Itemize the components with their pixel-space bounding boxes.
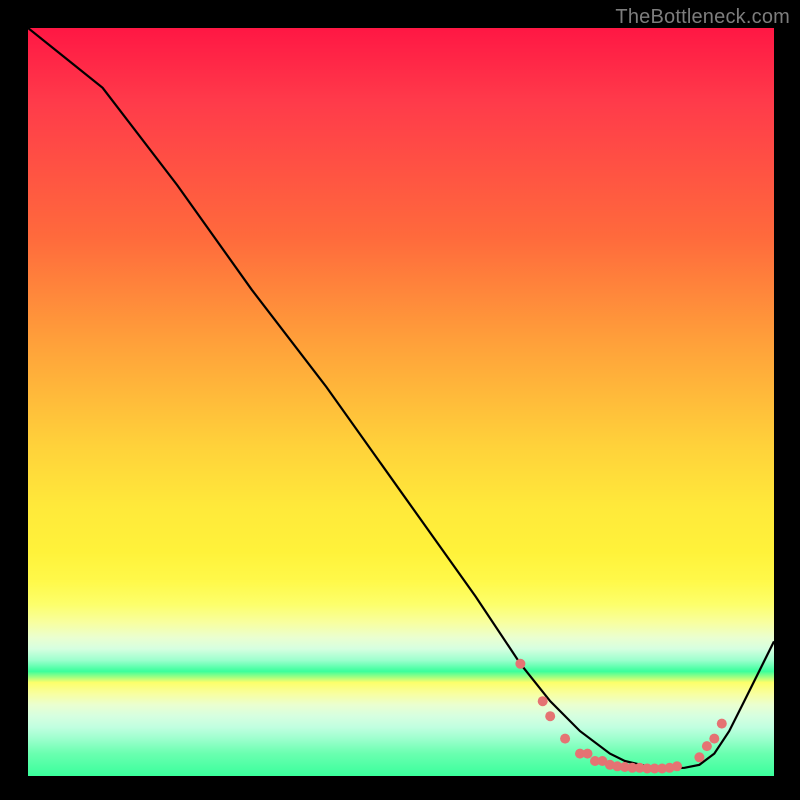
highlight-point <box>538 696 548 706</box>
highlight-point <box>545 711 555 721</box>
highlight-point <box>575 749 585 759</box>
highlight-point <box>597 756 607 766</box>
highlight-point <box>583 749 593 759</box>
bottleneck-curve-line <box>28 28 774 769</box>
highlight-point <box>665 763 675 773</box>
highlight-point <box>627 763 637 773</box>
highlight-point <box>515 659 525 669</box>
highlight-point <box>612 761 622 771</box>
highlight-point <box>709 734 719 744</box>
highlight-markers <box>515 659 726 774</box>
highlight-point <box>672 761 682 771</box>
highlight-point <box>657 764 667 774</box>
highlight-point <box>694 752 704 762</box>
highlight-point <box>702 741 712 751</box>
highlight-point <box>642 764 652 774</box>
highlight-point <box>605 760 615 770</box>
chart-plot-area <box>28 28 774 776</box>
highlight-point <box>650 764 660 774</box>
chart-stage: TheBottleneck.com <box>0 0 800 800</box>
highlight-point <box>717 719 727 729</box>
highlight-point <box>560 734 570 744</box>
attribution-label: TheBottleneck.com <box>615 6 790 29</box>
highlight-point <box>635 763 645 773</box>
highlight-point <box>590 756 600 766</box>
highlight-point <box>620 762 630 772</box>
chart-svg <box>28 28 774 776</box>
